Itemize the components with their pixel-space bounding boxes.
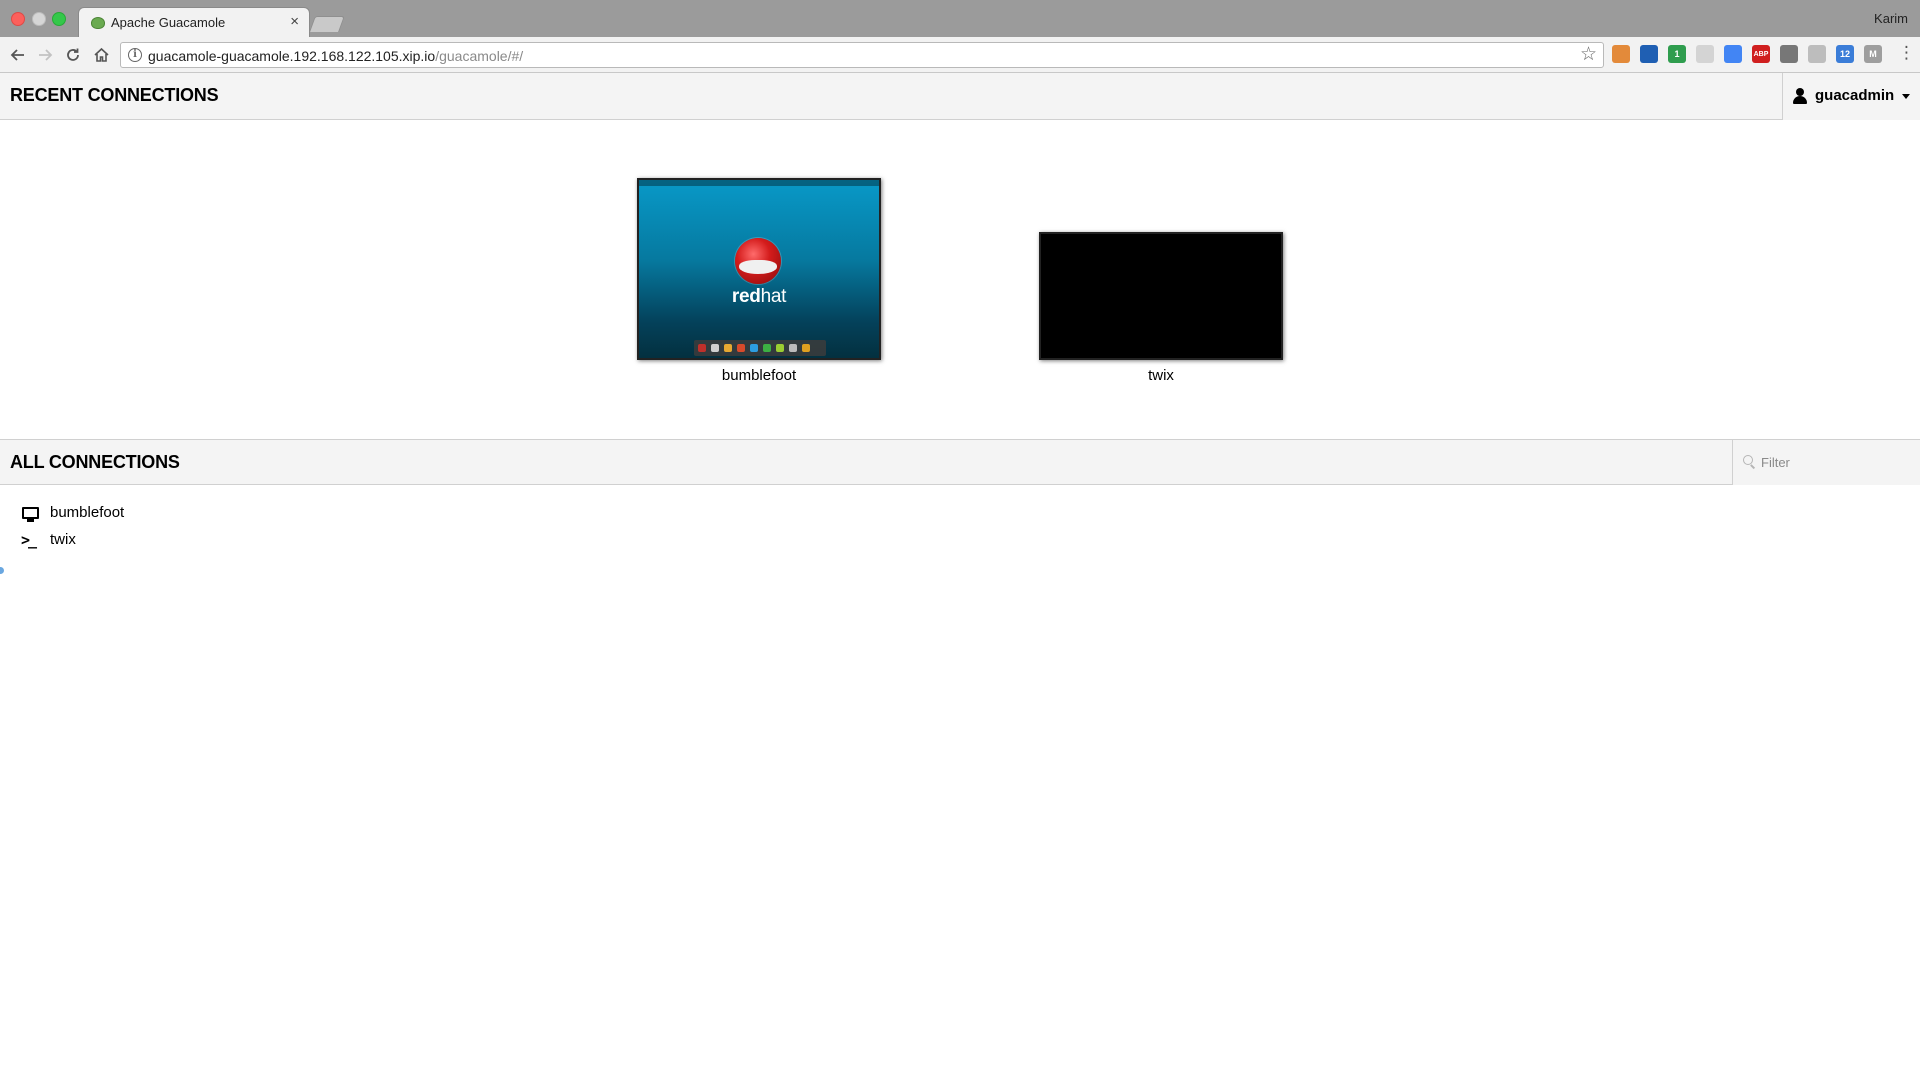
caret-down-icon xyxy=(1902,94,1910,99)
dock-app-icon xyxy=(789,344,797,352)
browser-profile-name[interactable]: Karim xyxy=(1874,11,1908,26)
extensions-tray: ⋮ 1 ABP 12 M xyxy=(1612,44,1915,65)
cast-icon[interactable] xyxy=(1780,45,1798,63)
reload-button[interactable] xyxy=(62,44,84,66)
user-menu[interactable]: guacadmin xyxy=(1782,73,1920,120)
back-button[interactable] xyxy=(7,44,29,66)
redhat-logo-icon xyxy=(735,238,781,284)
dock-app-icon xyxy=(802,344,810,352)
url-host: guacamole-guacamole.192.168.122.105.xip.… xyxy=(148,48,436,64)
window-minimize-button[interactable] xyxy=(32,12,46,26)
scroll-indicator xyxy=(0,567,4,574)
home-button[interactable] xyxy=(90,44,112,66)
dot-icon[interactable] xyxy=(1808,45,1826,63)
recent-connections-title: RECENT CONNECTIONS xyxy=(10,85,219,105)
user-name: guacadmin xyxy=(1815,87,1895,104)
adblock-plus-icon[interactable]: ABP xyxy=(1752,45,1770,63)
recent-connections-header: RECENT CONNECTIONS guacadmin xyxy=(0,73,1920,120)
browser-toolbar: i guacamole-guacamole.192.168.122.105.xi… xyxy=(0,37,1920,73)
recent-connection-twix[interactable]: twix xyxy=(1039,174,1283,384)
forward-button[interactable] xyxy=(34,44,56,66)
window-maximize-button[interactable] xyxy=(52,12,66,26)
home-icon xyxy=(93,47,109,62)
connection-name[interactable]: twix xyxy=(50,531,76,548)
site-info-icon[interactable]: i xyxy=(128,48,142,62)
browser-tab-active[interactable]: Apache Guacamole × xyxy=(78,7,310,37)
recent-connection-bumblefoot[interactable]: redhat bumblefoot xyxy=(637,174,881,384)
bookmark-star-icon[interactable]: ☆ xyxy=(1580,44,1597,66)
url-text[interactable]: guacamole-guacamole.192.168.122.105.xip.… xyxy=(148,48,523,64)
recent-connections-area: redhat bumblefoot twix xyxy=(0,120,1920,439)
desktop-top-panel xyxy=(639,180,879,186)
address-bar[interactable]: i guacamole-guacamole.192.168.122.105.xi… xyxy=(120,42,1604,68)
bluetooth-like-icon[interactable] xyxy=(1640,45,1658,63)
dock-app-icon xyxy=(763,344,771,352)
desktop-dock xyxy=(694,340,826,356)
filter-input[interactable] xyxy=(1761,451,1911,473)
dock-app-icon xyxy=(750,344,758,352)
monitor-icon xyxy=(22,507,39,523)
google-icon[interactable] xyxy=(1724,45,1742,63)
all-connections-title: ALL CONNECTIONS xyxy=(10,452,180,472)
dock-app-icon xyxy=(711,344,719,352)
user-icon xyxy=(1793,88,1807,104)
tab-title: Apache Guacamole xyxy=(111,15,226,30)
window-close-button[interactable] xyxy=(11,12,25,26)
all-connections-header: ALL CONNECTIONS xyxy=(0,439,1920,485)
puzzle-icon[interactable] xyxy=(1612,45,1630,63)
dock-app-icon xyxy=(776,344,784,352)
search-icon xyxy=(1743,455,1757,469)
redhat-wordmark: redhat xyxy=(731,286,787,307)
reader-icon[interactable] xyxy=(1696,45,1714,63)
dock-app-icon xyxy=(724,344,732,352)
arrow-left-icon xyxy=(10,49,24,61)
dock-app-icon xyxy=(698,344,706,352)
new-tab-button[interactable] xyxy=(309,16,345,32)
connection-name[interactable]: bumblefoot xyxy=(50,504,124,521)
guacamole-favicon-icon xyxy=(91,17,105,29)
terminal-icon: >_ xyxy=(21,531,37,549)
browser-titlebar: Apache Guacamole × Karim xyxy=(0,0,1920,37)
dock-app-icon xyxy=(737,344,745,352)
filter-box xyxy=(1732,440,1920,485)
reload-icon xyxy=(67,48,79,61)
browser-menu-icon[interactable]: ⋮ xyxy=(1898,44,1915,63)
tab-close-icon[interactable]: × xyxy=(290,13,299,31)
calendar-icon[interactable]: 12 xyxy=(1836,45,1854,63)
recent-connection-label[interactable]: twix xyxy=(1039,367,1283,384)
connection-thumbnail-terminal[interactable] xyxy=(1039,232,1283,360)
arrow-right-icon xyxy=(39,49,53,61)
hangouts-icon[interactable]: 1 xyxy=(1668,45,1686,63)
recent-connection-label[interactable]: bumblefoot xyxy=(637,367,881,384)
connection-thumbnail-desktop[interactable]: redhat xyxy=(637,178,881,360)
gmail-icon[interactable]: M xyxy=(1864,45,1882,63)
url-path: /guacamole/#/ xyxy=(435,48,524,64)
